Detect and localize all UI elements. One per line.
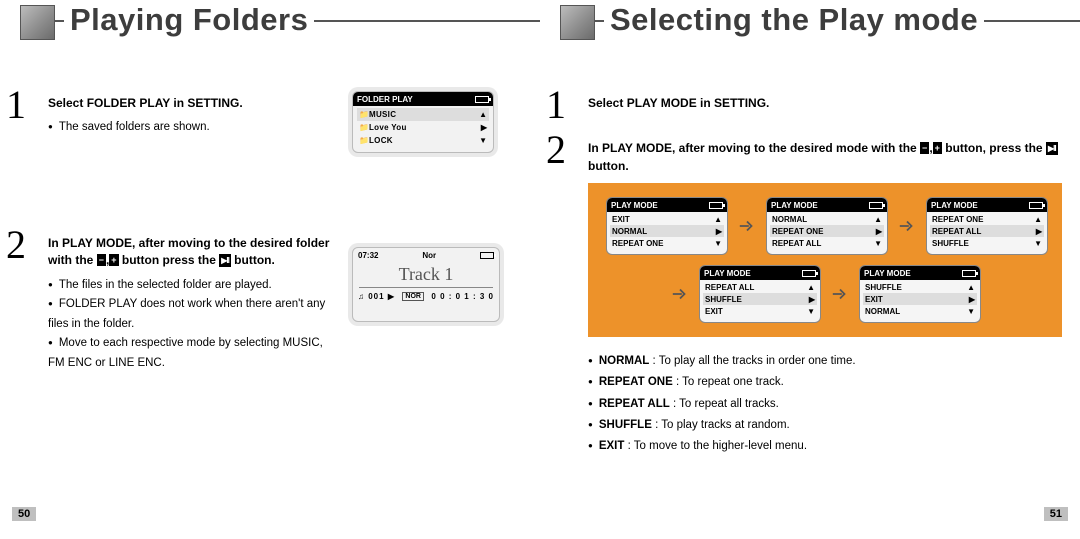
def-normal: NORMAL : To play all the tracks in order… (588, 351, 1062, 372)
step2-body: The files in the selected folder are pla… (48, 276, 330, 374)
step1-heading: Select PLAY MODE in SETTING. (588, 95, 1062, 112)
elapsed-time: 0 0 : 0 1 : 3 0 (431, 292, 494, 301)
mini-row: REPEAT ONE▶ (770, 225, 884, 237)
page-number: 51 (1044, 507, 1068, 521)
content-right: 1 Select PLAY MODE in SETTING. 2 In PLAY… (540, 95, 1080, 458)
lcd2-mode: Nor (422, 251, 436, 260)
minus-icon (920, 142, 929, 154)
mini-screen-2: PLAY MODE NORMAL▲ REPEAT ONE▶ REPEAT ALL… (766, 197, 888, 255)
mini-row: EXIT▲ (610, 213, 724, 225)
track-number: ♫ 001 ▶ (358, 292, 395, 301)
lcd1-row-lock: 📁LOCK▼ (357, 134, 489, 147)
plus-icon (109, 254, 118, 266)
def-shuffle: SHUFFLE : To play tracks at random. (588, 415, 1062, 436)
arrow-icon (669, 283, 691, 305)
plus-icon (933, 142, 942, 154)
lcd2-time: 07:32 (358, 251, 378, 260)
step2-bullet: FOLDER PLAY does not work when there are… (48, 295, 330, 334)
page-number: 50 (12, 507, 36, 521)
progress-bar (359, 287, 493, 288)
step2-bullet: The files in the selected folder are pla… (48, 276, 330, 296)
arrow-icon (896, 215, 918, 237)
mini-row: REPEAT ONE▼ (610, 237, 724, 249)
header-ornament (560, 5, 595, 40)
page-50: Playing Folders 1 Select FOLDER PLAY in … (0, 0, 540, 539)
page-title: Playing Folders (64, 2, 314, 38)
lcd1-row-music: 📁MUSIC▲ (357, 108, 489, 121)
play-pause-icon (1046, 142, 1058, 155)
mini-screen-4: PLAY MODE REPEAT ALL▲ SHUFFLE▶ EXIT▼ (699, 265, 821, 323)
mini-row: REPEAT ALL▶ (930, 225, 1044, 237)
mini-row: REPEAT ALL▲ (703, 281, 817, 293)
step-number: 1 (6, 81, 26, 128)
mini-row: SHUFFLE▶ (703, 293, 817, 305)
step2-heading: In PLAY MODE, after moving to the desire… (48, 235, 338, 270)
mini-screen-3: PLAY MODE REPEAT ONE▲ REPEAT ALL▶ SHUFFL… (926, 197, 1048, 255)
def-repeat-one: REPEAT ONE : To repeat one track. (588, 372, 1062, 393)
step2-bullet: Move to each respective mode by selectin… (48, 334, 330, 373)
step-number: 2 (6, 221, 26, 268)
mini-row: NORMAL▼ (863, 305, 977, 317)
header-ornament (20, 5, 55, 40)
lcd1-row-loveyou: 📁Love You▶ (357, 121, 489, 134)
step2-heading: In PLAY MODE, after moving to the desire… (588, 140, 1062, 175)
play-pause-icon (219, 254, 231, 267)
arrow-icon (736, 215, 758, 237)
minus-icon (97, 254, 106, 266)
mini-row: REPEAT ALL▼ (770, 237, 884, 249)
page-title: Selecting the Play mode (604, 2, 984, 38)
mini-row: REPEAT ONE▲ (930, 213, 1044, 225)
mini-row: NORMAL▶ (610, 225, 724, 237)
mini-screen-5: PLAY MODE SHUFFLE▲ EXIT▶ NORMAL▼ (859, 265, 981, 323)
def-exit: EXIT : To move to the higher-level menu. (588, 436, 1062, 457)
lcd2-track-title: Track 1 (353, 264, 499, 285)
mini-row: EXIT▶ (863, 293, 977, 305)
lcd-folder-play: FOLDER PLAY 📁MUSIC▲ 📁Love You▶ 📁LOCK▼ (348, 87, 498, 157)
battery-icon (475, 96, 489, 103)
step-2: 2 In PLAY MODE, after moving to the desi… (588, 140, 1062, 175)
def-repeat-all: REPEAT ALL : To repeat all tracks. (588, 394, 1062, 415)
mini-screen-1: PLAY MODE EXIT▲ NORMAL▶ REPEAT ONE▼ (606, 197, 728, 255)
step-number: 1 (546, 81, 566, 128)
page-51: Selecting the Play mode 1 Select PLAY MO… (540, 0, 1080, 539)
content-left: 1 Select FOLDER PLAY in SETTING. The sav… (0, 95, 540, 395)
mini-row: SHUFFLE▼ (930, 237, 1044, 249)
nor-badge: NOR (402, 292, 424, 301)
step-1: 1 Select FOLDER PLAY in SETTING. The sav… (48, 95, 522, 183)
mini-row: EXIT▼ (703, 305, 817, 317)
step-1: 1 Select PLAY MODE in SETTING. (588, 95, 1062, 112)
mini-row: SHUFFLE▲ (863, 281, 977, 293)
battery-icon (480, 252, 494, 259)
arrow-icon (829, 283, 851, 305)
play-mode-panel: PLAY MODE EXIT▲ NORMAL▶ REPEAT ONE▼ PLAY… (588, 183, 1062, 337)
definitions: NORMAL : To play all the tracks in order… (588, 351, 1062, 457)
step-number: 2 (546, 126, 566, 173)
header-left: Playing Folders (0, 0, 540, 55)
mini-row: NORMAL▲ (770, 213, 884, 225)
lcd1-title: FOLDER PLAY (357, 95, 413, 104)
header-right: Selecting the Play mode (540, 0, 1080, 55)
step-2: 2 In PLAY MODE, after moving to the desi… (48, 235, 522, 395)
lcd-now-playing: 07:32 Nor Track 1 ♫ 001 ▶ NOR 0 0 : 0 1 … (348, 243, 504, 326)
